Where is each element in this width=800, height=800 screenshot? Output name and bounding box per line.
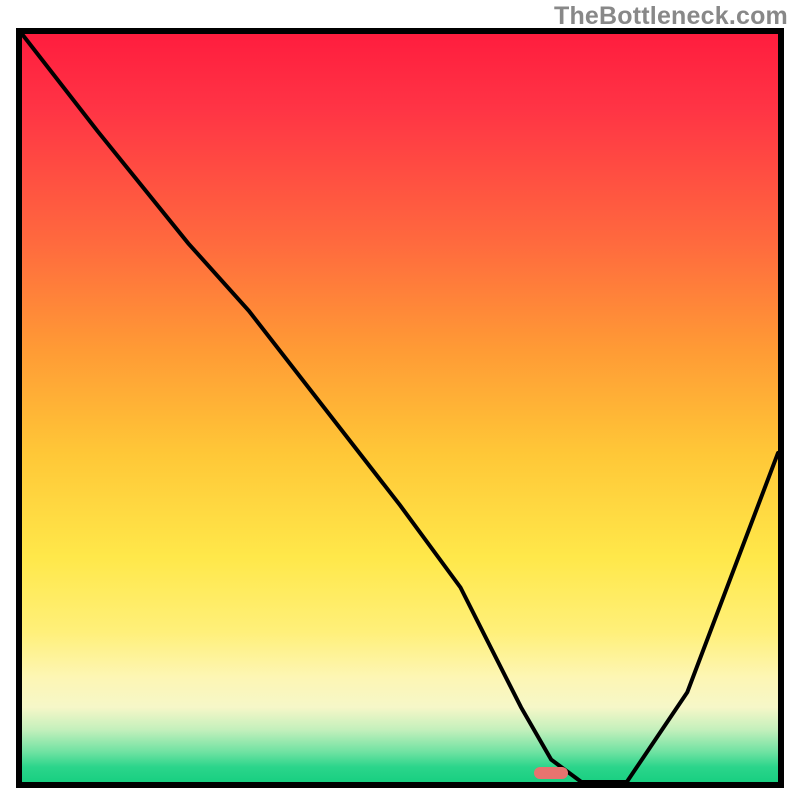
bottleneck-curve	[22, 34, 778, 782]
chart-frame	[16, 28, 784, 788]
watermark-label: TheBottleneck.com	[554, 2, 788, 31]
chart-stage: TheBottleneck.com	[0, 0, 800, 800]
valley-marker	[534, 767, 568, 779]
curve-path	[22, 34, 778, 782]
